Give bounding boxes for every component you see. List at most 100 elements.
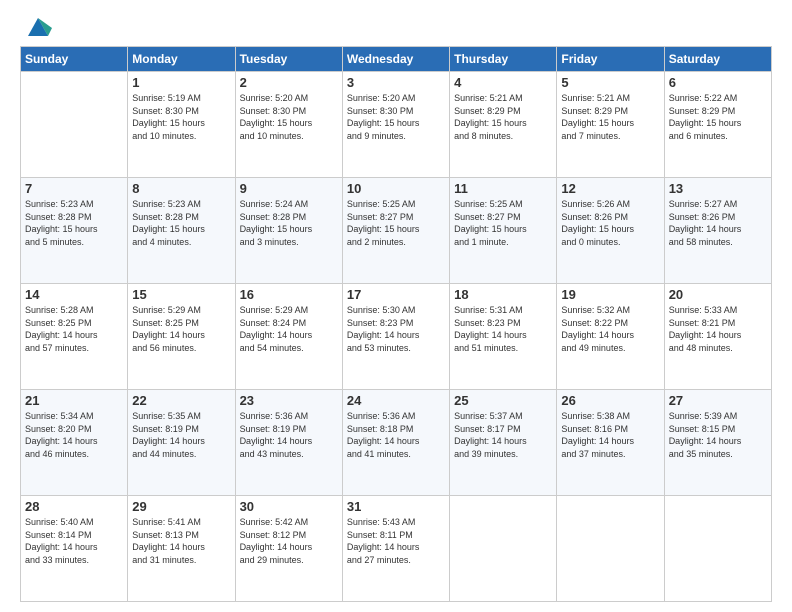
cell-info: Sunrise: 5:39 AM Sunset: 8:15 PM Dayligh… — [669, 410, 767, 460]
calendar-cell: 24Sunrise: 5:36 AM Sunset: 8:18 PM Dayli… — [342, 390, 449, 496]
day-number: 14 — [25, 287, 123, 302]
cell-info: Sunrise: 5:32 AM Sunset: 8:22 PM Dayligh… — [561, 304, 659, 354]
calendar-header-sunday: Sunday — [21, 47, 128, 72]
calendar-cell: 10 Sunrise: 5:25 AM Sunset: 8:27 PM Dayli… — [342, 178, 449, 284]
calendar-cell: 2Sunrise: 5:20 AM Sunset: 8:30 PM Daylig… — [235, 72, 342, 178]
cell-info: Sunrise: 5:31 AM Sunset: 8:23 PM Dayligh… — [454, 304, 552, 354]
cell-info: Sunrise: 5:36 AM Sunset: 8:19 PM Dayligh… — [240, 410, 338, 460]
day-number: 18 — [454, 287, 552, 302]
day-number: 19 — [561, 287, 659, 302]
calendar-cell: 26Sunrise: 5:38 AM Sunset: 8:16 PM Dayli… — [557, 390, 664, 496]
cell-info: Sunrise: 5:21 AM Sunset: 8:29 PM Dayligh… — [561, 92, 659, 142]
calendar-table: SundayMondayTuesdayWednesdayThursdayFrid… — [20, 46, 772, 602]
calendar-week-1: 1Sunrise: 5:19 AM Sunset: 8:30 PM Daylig… — [21, 72, 772, 178]
cell-info: Sunrise: 5:34 AM Sunset: 8:20 PM Dayligh… — [25, 410, 123, 460]
day-number: 5 — [561, 75, 659, 90]
calendar-cell — [450, 496, 557, 602]
calendar-cell: 17 Sunrise: 5:30 AM Sunset: 8:23 PM Dayli… — [342, 284, 449, 390]
calendar-header-row: SundayMondayTuesdayWednesdayThursdayFrid… — [21, 47, 772, 72]
cell-info: Sunrise: 5:33 AM Sunset: 8:21 PM Dayligh… — [669, 304, 767, 354]
calendar-header-friday: Friday — [557, 47, 664, 72]
day-number: 17 — [347, 287, 445, 302]
cell-info: Sunrise: 5:22 AM Sunset: 8:29 PM Dayligh… — [669, 92, 767, 142]
calendar-cell: 28 Sunrise: 5:40 AM Sunset: 8:14 PM Dayli… — [21, 496, 128, 602]
calendar-cell: 12 Sunrise: 5:26 AM Sunset: 8:26 PM Dayli… — [557, 178, 664, 284]
logo — [20, 16, 52, 40]
day-number: 13 — [669, 181, 767, 196]
day-number: 21 — [25, 393, 123, 408]
day-number: 27 — [669, 393, 767, 408]
day-number: 2 — [240, 75, 338, 90]
cell-info: Sunrise: 5:26 AM Sunset: 8:26 PM Dayligh… — [561, 198, 659, 248]
day-number: 6 — [669, 75, 767, 90]
day-number: 24 — [347, 393, 445, 408]
calendar-week-5: 28 Sunrise: 5:40 AM Sunset: 8:14 PM Dayli… — [21, 496, 772, 602]
day-number: 15 — [132, 287, 230, 302]
calendar-cell: 7 Sunrise: 5:23 AM Sunset: 8:28 PM Daylig… — [21, 178, 128, 284]
day-number: 3 — [347, 75, 445, 90]
cell-info: Sunrise: 5:38 AM Sunset: 8:16 PM Dayligh… — [561, 410, 659, 460]
calendar-header-thursday: Thursday — [450, 47, 557, 72]
calendar-cell: 20 Sunrise: 5:33 AM Sunset: 8:21 PM Dayli… — [664, 284, 771, 390]
cell-info: Sunrise: 5:30 AM Sunset: 8:23 PM Dayligh… — [347, 304, 445, 354]
day-number: 22 — [132, 393, 230, 408]
calendar-cell: 8 Sunrise: 5:23 AM Sunset: 8:28 PM Daylig… — [128, 178, 235, 284]
cell-info: Sunrise: 5:41 AM Sunset: 8:13 PM Dayligh… — [132, 516, 230, 566]
calendar-header-wednesday: Wednesday — [342, 47, 449, 72]
day-number: 20 — [669, 287, 767, 302]
calendar-cell: 15 Sunrise: 5:29 AM Sunset: 8:25 PM Dayli… — [128, 284, 235, 390]
cell-info: Sunrise: 5:24 AM Sunset: 8:28 PM Dayligh… — [240, 198, 338, 248]
calendar-cell: 13 Sunrise: 5:27 AM Sunset: 8:26 PM Dayli… — [664, 178, 771, 284]
cell-info: Sunrise: 5:27 AM Sunset: 8:26 PM Dayligh… — [669, 198, 767, 248]
cell-info: Sunrise: 5:21 AM Sunset: 8:29 PM Dayligh… — [454, 92, 552, 142]
day-number: 16 — [240, 287, 338, 302]
cell-info: Sunrise: 5:29 AM Sunset: 8:25 PM Dayligh… — [132, 304, 230, 354]
calendar-cell: 16Sunrise: 5:29 AM Sunset: 8:24 PM Dayli… — [235, 284, 342, 390]
calendar-cell: 23 Sunrise: 5:36 AM Sunset: 8:19 PM Dayli… — [235, 390, 342, 496]
day-number: 31 — [347, 499, 445, 514]
calendar-cell: 5 Sunrise: 5:21 AM Sunset: 8:29 PM Daylig… — [557, 72, 664, 178]
cell-info: Sunrise: 5:23 AM Sunset: 8:28 PM Dayligh… — [25, 198, 123, 248]
day-number: 9 — [240, 181, 338, 196]
calendar-cell: 6 Sunrise: 5:22 AM Sunset: 8:29 PM Daylig… — [664, 72, 771, 178]
calendar-cell: 27 Sunrise: 5:39 AM Sunset: 8:15 PM Dayli… — [664, 390, 771, 496]
calendar-cell: 3Sunrise: 5:20 AM Sunset: 8:30 PM Daylig… — [342, 72, 449, 178]
calendar-cell: 1Sunrise: 5:19 AM Sunset: 8:30 PM Daylig… — [128, 72, 235, 178]
calendar-cell — [21, 72, 128, 178]
calendar-cell — [557, 496, 664, 602]
calendar-week-3: 14 Sunrise: 5:28 AM Sunset: 8:25 PM Dayli… — [21, 284, 772, 390]
calendar-header-tuesday: Tuesday — [235, 47, 342, 72]
day-number: 23 — [240, 393, 338, 408]
day-number: 7 — [25, 181, 123, 196]
day-number: 8 — [132, 181, 230, 196]
calendar-cell: 11 Sunrise: 5:25 AM Sunset: 8:27 PM Dayli… — [450, 178, 557, 284]
calendar-cell: 29Sunrise: 5:41 AM Sunset: 8:13 PM Dayli… — [128, 496, 235, 602]
calendar-cell: 22 Sunrise: 5:35 AM Sunset: 8:19 PM Dayli… — [128, 390, 235, 496]
calendar-header-saturday: Saturday — [664, 47, 771, 72]
calendar-cell — [664, 496, 771, 602]
cell-info: Sunrise: 5:25 AM Sunset: 8:27 PM Dayligh… — [347, 198, 445, 248]
calendar-cell: 21 Sunrise: 5:34 AM Sunset: 8:20 PM Dayli… — [21, 390, 128, 496]
page: SundayMondayTuesdayWednesdayThursdayFrid… — [0, 0, 792, 612]
cell-info: Sunrise: 5:28 AM Sunset: 8:25 PM Dayligh… — [25, 304, 123, 354]
day-number: 12 — [561, 181, 659, 196]
day-number: 28 — [25, 499, 123, 514]
calendar-cell: 9 Sunrise: 5:24 AM Sunset: 8:28 PM Daylig… — [235, 178, 342, 284]
cell-info: Sunrise: 5:19 AM Sunset: 8:30 PM Dayligh… — [132, 92, 230, 142]
calendar-cell: 4Sunrise: 5:21 AM Sunset: 8:29 PM Daylig… — [450, 72, 557, 178]
calendar-cell: 30 Sunrise: 5:42 AM Sunset: 8:12 PM Dayli… — [235, 496, 342, 602]
calendar-cell: 19 Sunrise: 5:32 AM Sunset: 8:22 PM Dayli… — [557, 284, 664, 390]
day-number: 30 — [240, 499, 338, 514]
cell-info: Sunrise: 5:42 AM Sunset: 8:12 PM Dayligh… — [240, 516, 338, 566]
header — [20, 16, 772, 40]
day-number: 11 — [454, 181, 552, 196]
day-number: 10 — [347, 181, 445, 196]
calendar-header-monday: Monday — [128, 47, 235, 72]
cell-info: Sunrise: 5:43 AM Sunset: 8:11 PM Dayligh… — [347, 516, 445, 566]
calendar-week-2: 7 Sunrise: 5:23 AM Sunset: 8:28 PM Daylig… — [21, 178, 772, 284]
calendar-cell: 14 Sunrise: 5:28 AM Sunset: 8:25 PM Dayli… — [21, 284, 128, 390]
cell-info: Sunrise: 5:25 AM Sunset: 8:27 PM Dayligh… — [454, 198, 552, 248]
cell-info: Sunrise: 5:35 AM Sunset: 8:19 PM Dayligh… — [132, 410, 230, 460]
cell-info: Sunrise: 5:40 AM Sunset: 8:14 PM Dayligh… — [25, 516, 123, 566]
cell-info: Sunrise: 5:23 AM Sunset: 8:28 PM Dayligh… — [132, 198, 230, 248]
